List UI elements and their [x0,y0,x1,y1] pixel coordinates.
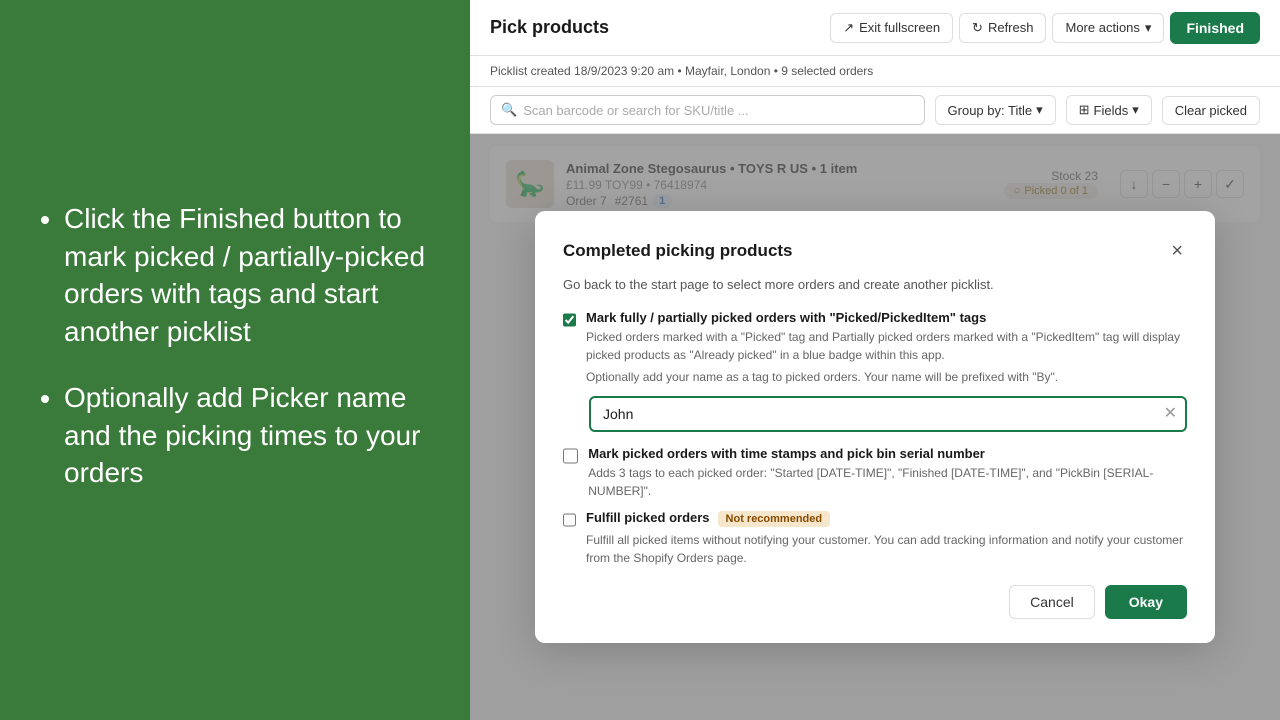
modal-close-button[interactable]: × [1167,239,1187,263]
checkbox-1-content: Mark fully / partially picked orders wit… [586,310,1187,386]
checkbox-3-content: Fulfill picked orders Not recommended Fu… [586,510,1187,567]
modal: Completed picking products × Go back to … [535,211,1215,643]
name-input-clear-button[interactable]: ✕ [1164,406,1177,422]
checkbox-3-label: Fulfill picked orders [586,510,710,525]
finished-button[interactable]: Finished [1170,12,1260,44]
right-panel: Pick products ↗ Exit fullscreen ↻ Refres… [470,0,1280,720]
modal-title: Completed picking products [563,241,793,261]
exit-fullscreen-button[interactable]: ↗ Exit fullscreen [830,13,953,43]
fields-icon: ⊞ [1079,102,1090,118]
cancel-button[interactable]: Cancel [1009,585,1095,619]
group-by-button[interactable]: Group by: Title ▾ [935,95,1056,125]
top-bar-actions: ↗ Exit fullscreen ↻ Refresh More actions… [830,12,1260,44]
modal-header: Completed picking products × [563,239,1187,263]
more-actions-button[interactable]: More actions ▾ [1052,13,1164,43]
chevron-down-icon: ▾ [1036,102,1043,118]
checkbox-1-label: Mark fully / partially picked orders wit… [586,310,1187,325]
bullet-item-2: Optionally add Picker name and the picki… [64,379,434,492]
checkbox-1-desc2: Optionally add your name as a tag to pic… [586,368,1187,386]
left-panel: Click the Finished button to mark picked… [0,0,470,720]
chevron-down-icon: ▾ [1132,102,1139,118]
not-recommended-badge: Not recommended [718,511,831,527]
checkbox-2-label: Mark picked orders with time stamps and … [588,446,1187,461]
okay-button[interactable]: Okay [1105,585,1187,619]
modal-subtitle: Go back to the start page to select more… [563,277,1187,292]
picker-name-input[interactable] [589,396,1187,432]
name-input-row: ✕ [589,396,1187,432]
fullscreen-icon: ↗ [843,20,854,36]
fields-button[interactable]: ⊞ Fields ▾ [1066,95,1152,125]
checkbox-1-desc: Picked orders marked with a "Picked" tag… [586,328,1187,364]
search-bar[interactable]: 🔍 Scan barcode or search for SKU/title .… [490,95,925,125]
refresh-icon: ↻ [972,20,983,36]
modal-footer: Cancel Okay [563,585,1187,619]
refresh-button[interactable]: ↻ Refresh [959,13,1046,43]
top-bar: Pick products ↗ Exit fullscreen ↻ Refres… [470,0,1280,56]
checkbox-row-3: Fulfill picked orders Not recommended Fu… [563,510,1187,567]
bullet-list: Click the Finished button to mark picked… [36,200,434,521]
checkbox-row-2: Mark picked orders with time stamps and … [563,446,1187,500]
checkbox-1[interactable] [563,312,576,328]
toolbar: 🔍 Scan barcode or search for SKU/title .… [470,87,1280,134]
modal-overlay: Completed picking products × Go back to … [470,134,1280,720]
checkbox-3[interactable] [563,512,576,528]
chevron-down-icon: ▾ [1145,20,1152,36]
content-area: 🦕 Animal Zone Stegosaurus • TOYS R US • … [470,134,1280,720]
bullet-item-1: Click the Finished button to mark picked… [64,200,434,351]
checkbox-row-1: Mark fully / partially picked orders wit… [563,310,1187,386]
checkbox-2[interactable] [563,448,578,464]
search-icon: 🔍 [501,102,517,118]
name-input-wrap: ✕ [589,396,1187,432]
page-title: Pick products [490,17,609,38]
clear-picked-button[interactable]: Clear picked [1162,96,1260,125]
checkbox-2-content: Mark picked orders with time stamps and … [588,446,1187,500]
checkbox-3-desc: Fulfill all picked items without notifyi… [586,531,1187,567]
sub-header: Picklist created 18/9/2023 9:20 am • May… [470,56,1280,87]
checkbox-2-desc: Adds 3 tags to each picked order: "Start… [588,464,1187,500]
